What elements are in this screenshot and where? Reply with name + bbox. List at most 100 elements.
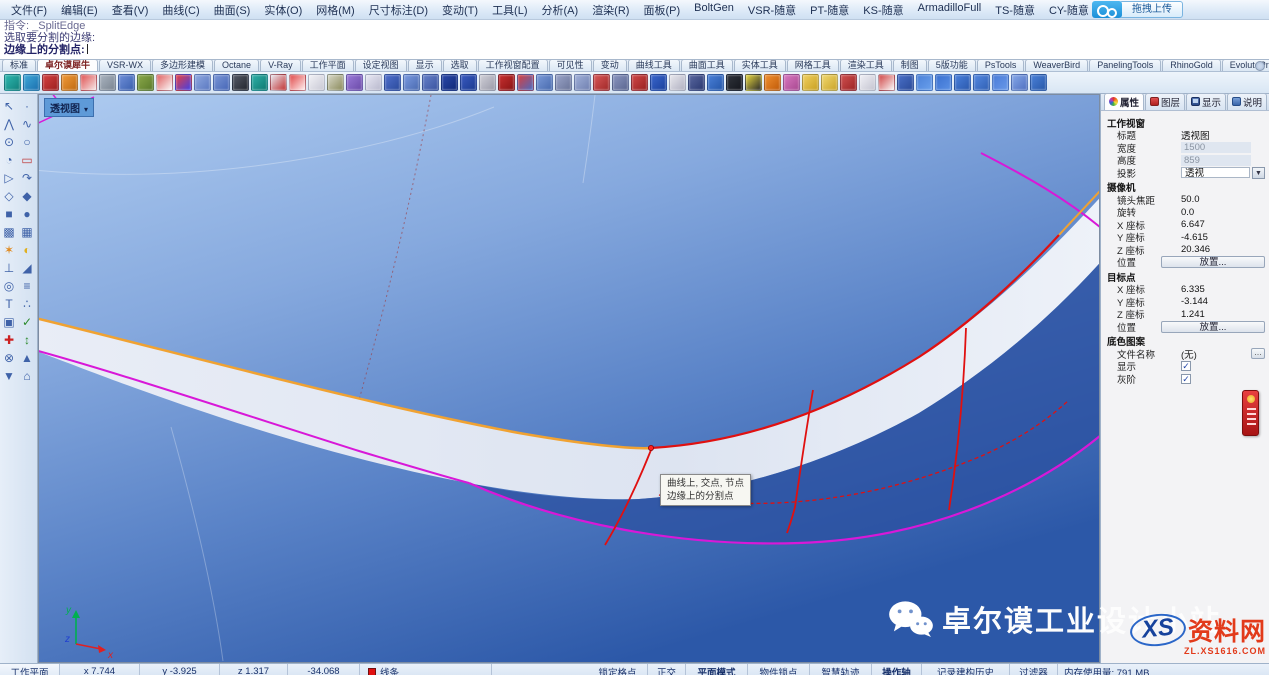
tool-icon[interactable]: ○ bbox=[19, 134, 36, 151]
toolbar-tab[interactable]: VSR-WX bbox=[99, 59, 151, 71]
tool-icon[interactable]: ↖ bbox=[1, 98, 18, 115]
toolbar-tab[interactable]: 工作视窗配置 bbox=[478, 59, 548, 71]
tool-icon[interactable]: ⊙ bbox=[1, 134, 18, 151]
toolbar-icon[interactable] bbox=[536, 74, 553, 91]
upload-button[interactable]: 拖拽上传 bbox=[1119, 1, 1183, 18]
tool-icon[interactable]: ⊗ bbox=[1, 350, 18, 367]
toolbar-icon[interactable] bbox=[973, 74, 990, 91]
toolbar-icon[interactable] bbox=[859, 74, 876, 91]
menu-item[interactable]: ArmadilloFull bbox=[911, 0, 989, 20]
toolbar-icon[interactable] bbox=[897, 74, 914, 91]
toolbar-tab[interactable]: PsTools bbox=[977, 59, 1025, 71]
menu-item[interactable]: 曲线(C) bbox=[155, 0, 206, 20]
menu-item[interactable]: VSR-随意 bbox=[741, 0, 803, 20]
toolbar-icon[interactable] bbox=[802, 74, 819, 91]
command-prompt[interactable]: 边缘上的分割点: bbox=[4, 44, 1265, 57]
tool-icon[interactable]: ● bbox=[19, 206, 36, 223]
menu-item[interactable]: 分析(A) bbox=[535, 0, 586, 20]
toolbar-tab[interactable]: 渲染工具 bbox=[840, 59, 892, 71]
toolbar-icon[interactable] bbox=[821, 74, 838, 91]
toolbar-tab[interactable]: 设定视图 bbox=[355, 59, 407, 71]
menu-item[interactable]: 编辑(E) bbox=[54, 0, 105, 20]
toolbar-tab[interactable]: 显示 bbox=[408, 59, 442, 71]
toolbar-icon[interactable] bbox=[992, 74, 1009, 91]
property-value[interactable]: 6.647 bbox=[1181, 219, 1265, 230]
tool-icon[interactable]: ▣ bbox=[1, 314, 18, 331]
tool-icon[interactable]: ▩ bbox=[1, 224, 18, 241]
toolbar-icon[interactable] bbox=[688, 74, 705, 91]
toolbar-icon[interactable] bbox=[593, 74, 610, 91]
toolbar-icon[interactable] bbox=[137, 74, 154, 91]
tool-icon[interactable]: ▲ bbox=[19, 350, 36, 367]
tab-options-gear-icon[interactable] bbox=[1255, 61, 1265, 71]
toolbar-icon[interactable] bbox=[726, 74, 743, 91]
toolbar-icon[interactable] bbox=[1030, 74, 1047, 91]
tool-icon[interactable]: ▷ bbox=[1, 170, 18, 187]
toolbar-icon[interactable] bbox=[574, 74, 591, 91]
property-value[interactable]: 0.0 bbox=[1181, 207, 1265, 218]
tool-icon[interactable]: ■ bbox=[1, 206, 18, 223]
tool-icon[interactable]: ⌂ bbox=[19, 368, 36, 385]
menu-item[interactable]: 曲面(S) bbox=[207, 0, 258, 20]
toolbar-icon[interactable] bbox=[99, 74, 116, 91]
toolbar-icon[interactable] bbox=[365, 74, 382, 91]
viewport-canvas[interactable]: y x z bbox=[39, 95, 1099, 662]
toolbar-tab[interactable]: 曲面工具 bbox=[681, 59, 733, 71]
toolbar-tab[interactable]: 实体工具 bbox=[734, 59, 786, 71]
property-value[interactable]: -3.144 bbox=[1181, 296, 1265, 307]
toolbar-icon[interactable] bbox=[878, 74, 895, 91]
toolbar-icon[interactable] bbox=[251, 74, 268, 91]
toolbar-tab[interactable]: PanelingTools bbox=[1089, 59, 1161, 71]
tool-icon[interactable]: ◆ bbox=[19, 188, 36, 205]
statusbar-toggle[interactable]: 物件锁点 bbox=[748, 664, 810, 675]
toolbar-icon[interactable] bbox=[631, 74, 648, 91]
toolbar-icon[interactable] bbox=[422, 74, 439, 91]
property-value[interactable]: ✓ bbox=[1181, 361, 1191, 371]
toolbar-tab[interactable]: 网格工具 bbox=[787, 59, 839, 71]
menu-item[interactable]: PT-随意 bbox=[803, 0, 856, 20]
toolbar-icon[interactable] bbox=[80, 74, 97, 91]
tool-icon[interactable]: ✓ bbox=[19, 314, 36, 331]
tool-icon[interactable]: ◐ bbox=[19, 242, 36, 259]
statusbar-toggle[interactable]: 平面模式 bbox=[686, 664, 748, 675]
tool-icon[interactable]: ↷ bbox=[19, 170, 36, 187]
toolbar-tab[interactable]: 工作平面 bbox=[302, 59, 354, 71]
toolbar-icon[interactable] bbox=[498, 74, 515, 91]
property-extra-button[interactable] bbox=[1251, 348, 1265, 359]
tool-icon[interactable]: ▦ bbox=[19, 224, 36, 241]
menu-item[interactable]: 实体(O) bbox=[257, 0, 309, 20]
statusbar-toggle[interactable]: 过滤器 bbox=[1010, 664, 1058, 675]
property-value[interactable]: 1500 bbox=[1181, 142, 1251, 153]
toolbar-icon[interactable] bbox=[460, 74, 477, 91]
toolbar-tab[interactable]: 可见性 bbox=[549, 59, 592, 71]
toolbar-icon[interactable] bbox=[270, 74, 287, 91]
property-value[interactable]: 放置... bbox=[1161, 256, 1265, 268]
property-extra-button[interactable] bbox=[1252, 167, 1265, 179]
tool-icon[interactable]: ✚ bbox=[1, 332, 18, 349]
menu-item[interactable]: CY-随意 bbox=[1042, 0, 1096, 20]
tool-icon[interactable]: ≡ bbox=[19, 278, 36, 295]
menu-item[interactable]: TS-随意 bbox=[988, 0, 1042, 20]
menu-item[interactable]: 面板(P) bbox=[636, 0, 687, 20]
toolbar-icon[interactable] bbox=[745, 74, 762, 91]
tool-icon[interactable]: ↕ bbox=[19, 332, 36, 349]
toolbar-icon[interactable] bbox=[783, 74, 800, 91]
toolbar-icon[interactable] bbox=[403, 74, 420, 91]
tool-icon[interactable]: ∿ bbox=[19, 116, 36, 133]
statusbar-toggle[interactable]: 记录建构历史 bbox=[922, 664, 1010, 675]
toolbar-icon[interactable] bbox=[4, 74, 21, 91]
toolbar-tab[interactable]: 多边形建模 bbox=[152, 59, 213, 71]
toolbar-icon[interactable] bbox=[840, 74, 857, 91]
menu-item[interactable]: 尺寸标注(D) bbox=[362, 0, 435, 20]
split-point-marker[interactable] bbox=[648, 445, 653, 450]
menu-item[interactable]: 网格(M) bbox=[309, 0, 362, 20]
toolbar-icon[interactable] bbox=[23, 74, 40, 91]
toolbar-tab[interactable]: 5版功能 bbox=[928, 59, 976, 71]
tool-icon[interactable]: ◎ bbox=[1, 278, 18, 295]
property-value[interactable]: 1.241 bbox=[1181, 309, 1265, 320]
toolbar-icon[interactable] bbox=[42, 74, 59, 91]
toolbar-icon[interactable] bbox=[612, 74, 629, 91]
toolbar-icon[interactable] bbox=[289, 74, 306, 91]
toolbar-icon[interactable] bbox=[1011, 74, 1028, 91]
statusbar-toggle[interactable]: 正交 bbox=[648, 664, 686, 675]
